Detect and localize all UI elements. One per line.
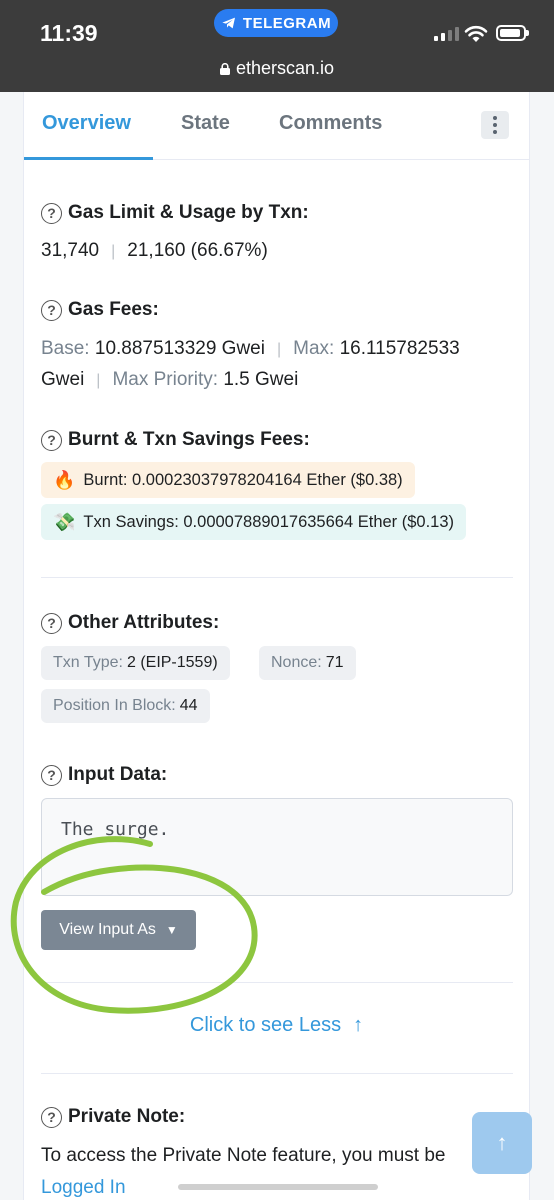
view-input-as-button[interactable]: View Input As ▼: [41, 910, 196, 950]
priority-fee-value: 1.5 Gwei: [223, 369, 299, 390]
base-fee-value: 10.887513329 Gwei: [94, 338, 265, 359]
arrow-up-icon: ↑: [353, 1014, 364, 1036]
gas-fees-line-2: Gwei | Max Priority: 1.5 Gwei: [41, 369, 299, 390]
money-icon: 💸: [53, 511, 76, 532]
gas-limit-title: Gas Limit & Usage by Txn:: [68, 202, 309, 223]
address-bar[interactable]: etherscan.io: [0, 58, 554, 79]
max-fee-label: Max:: [293, 338, 335, 359]
gas-limit-heading: ? Gas Limit & Usage by Txn:: [41, 202, 309, 224]
help-icon[interactable]: ?: [41, 202, 62, 224]
help-icon[interactable]: ?: [41, 299, 62, 321]
position-value: 44: [179, 697, 198, 714]
position-label: Position In Block:: [53, 697, 176, 714]
battery-icon: [496, 25, 529, 41]
txn-type-badge: Txn Type: 2 (EIP-1559): [41, 646, 230, 680]
help-icon[interactable]: ?: [41, 612, 62, 634]
txn-savings-text: Txn Savings: 0.00007889017635664 Ether (…: [83, 512, 455, 531]
input-data-field[interactable]: The surge.: [41, 798, 513, 896]
active-tab-indicator: [24, 157, 153, 160]
input-data-heading: ? Input Data:: [41, 764, 167, 786]
more-options-button[interactable]: [481, 111, 509, 139]
txn-savings-badge: 💸 Txn Savings: 0.00007889017635664 Ether…: [41, 504, 467, 540]
nonce-badge: Nonce: 71: [259, 646, 356, 680]
divider: [41, 982, 513, 983]
tab-comments[interactable]: Comments: [279, 112, 382, 135]
burnt-fees-heading: ? Burnt & Txn Savings Fees:: [41, 429, 310, 451]
position-badge: Position In Block: 44: [41, 689, 210, 723]
nonce-label: Nonce:: [271, 654, 322, 671]
return-to-telegram-button[interactable]: TELEGRAM: [214, 9, 338, 37]
divider: [41, 1073, 513, 1074]
return-app-label: TELEGRAM: [242, 14, 332, 32]
logged-in-link[interactable]: Logged In: [41, 1177, 126, 1199]
wifi-icon: [464, 25, 488, 42]
transaction-card: Overview State Comments ? Gas Limit & Us…: [23, 92, 530, 1200]
divider: [41, 577, 513, 578]
telegram-icon: [222, 17, 235, 29]
fire-icon: 🔥: [53, 469, 76, 490]
burnt-fees-title: Burnt & Txn Savings Fees:: [68, 429, 310, 450]
tab-bar: Overview State Comments: [24, 92, 529, 160]
base-fee-label: Base:: [41, 338, 90, 359]
priority-fee-label: Max Priority:: [112, 369, 219, 390]
home-indicator[interactable]: [178, 1184, 378, 1190]
gas-limit: 31,740: [41, 240, 100, 261]
lock-icon: [219, 63, 230, 75]
other-attributes-title: Other Attributes:: [68, 612, 220, 633]
txn-type-value: 2 (EIP-1559): [126, 654, 218, 671]
see-less-link[interactable]: Click to see Less ↑: [24, 1014, 529, 1037]
scroll-to-top-button[interactable]: ↑: [472, 1112, 532, 1174]
view-input-as-label: View Input As: [59, 921, 156, 938]
gas-fees-line-1: Base: 10.887513329 Gwei | Max: 16.11578253…: [41, 338, 460, 359]
see-less-label: Click to see Less: [189, 1014, 342, 1036]
help-icon[interactable]: ?: [41, 429, 62, 451]
arrow-up-icon: ↑: [496, 1130, 508, 1155]
tab-overview[interactable]: Overview: [42, 112, 131, 135]
private-note-title: Private Note:: [68, 1106, 186, 1127]
max-fee-value: 16.115782533: [339, 338, 460, 359]
burnt-fee-text: Burnt: 0.00023037978204164 Ether ($0.38): [83, 470, 403, 489]
gas-limit-values: 31,740 | 21,160 (66.67%): [41, 240, 268, 261]
input-data-title: Input Data:: [68, 764, 168, 785]
private-note-heading: ? Private Note:: [41, 1106, 185, 1128]
max-fee-unit: Gwei: [41, 369, 85, 390]
help-icon[interactable]: ?: [41, 764, 62, 786]
private-note-text: To access the Private Note feature, you …: [41, 1145, 446, 1166]
txn-type-label: Txn Type:: [53, 654, 123, 671]
nonce-value: 71: [325, 654, 344, 671]
page: Overview State Comments ? Gas Limit & Us…: [0, 92, 554, 1200]
gas-fees-heading: ? Gas Fees:: [41, 299, 159, 321]
signal-icon: [434, 27, 459, 41]
gas-fees-title: Gas Fees:: [68, 299, 159, 320]
status-bar: 11:39 TELEGRAM etherscan.io: [0, 0, 554, 92]
gas-usage: 21,160 (66.67%): [127, 240, 268, 261]
other-attributes-heading: ? Other Attributes:: [41, 612, 219, 634]
chevron-down-icon: ▼: [165, 923, 178, 937]
url-text: etherscan.io: [235, 58, 335, 78]
help-icon[interactable]: ?: [41, 1106, 62, 1128]
tab-state[interactable]: State: [181, 112, 230, 135]
clock: 11:39: [40, 20, 98, 46]
burnt-fee-badge: 🔥 Burnt: 0.00023037978204164 Ether ($0.3…: [41, 462, 415, 498]
